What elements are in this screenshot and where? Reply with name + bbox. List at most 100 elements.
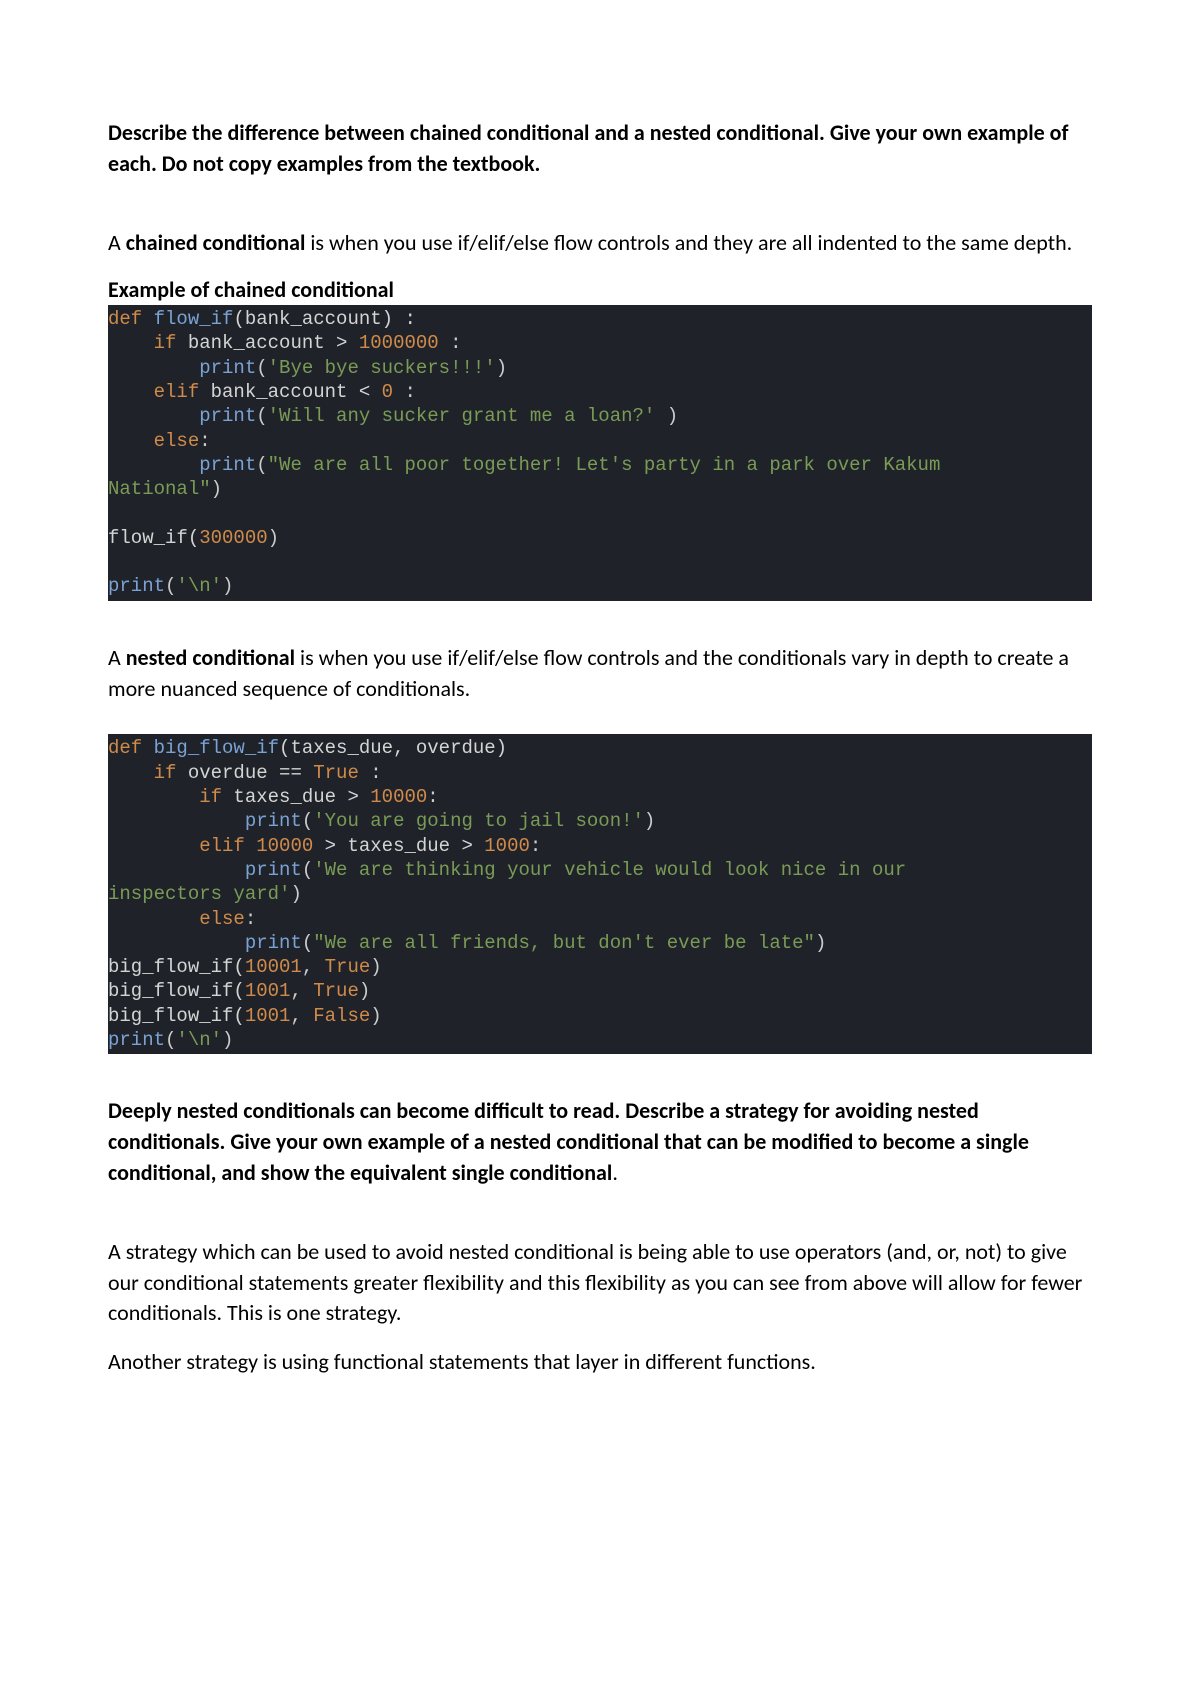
code-token: print xyxy=(108,405,256,427)
code-token: ) xyxy=(268,527,279,549)
code-token: , xyxy=(302,956,325,978)
code-token: 1000 xyxy=(484,835,530,857)
code-token: True xyxy=(313,980,359,1002)
code-token: ( xyxy=(256,454,267,476)
code-token: def xyxy=(108,737,142,759)
code-token: inspectors yard' xyxy=(108,883,290,905)
code-token: ) xyxy=(290,883,301,905)
code-token: ( xyxy=(256,405,267,427)
code-token: bank_account > xyxy=(176,332,358,354)
code-token: ) xyxy=(370,1005,381,1027)
code-token: big_flow_if( xyxy=(108,980,245,1002)
code-token: 10000 xyxy=(370,786,427,808)
code-token: 300000 xyxy=(199,527,267,549)
code-token: if xyxy=(108,332,176,354)
code-token: True xyxy=(325,956,371,978)
nested-definition: A nested conditional is when you use if/… xyxy=(108,643,1092,705)
chained-example-label: Example of chained conditional xyxy=(108,276,1092,305)
code-token: : xyxy=(245,908,256,930)
code-token: '\n' xyxy=(176,1029,222,1051)
code-block-nested: def big_flow_if(taxes_due, overdue) if o… xyxy=(108,734,1092,1054)
code-token: print xyxy=(108,357,256,379)
code-token: ) xyxy=(815,932,826,954)
code-token: taxes_due > xyxy=(222,786,370,808)
code-token: else xyxy=(108,430,199,452)
code-token: ) xyxy=(655,405,678,427)
code-token: , xyxy=(290,1005,313,1027)
code-token: ( xyxy=(256,357,267,379)
code-token: ) xyxy=(370,956,381,978)
code-token: (taxes_due, overdue) xyxy=(279,737,507,759)
code-token: print xyxy=(108,454,256,476)
code-token: elif xyxy=(108,835,245,857)
code-token: National" xyxy=(108,478,211,500)
prompt-question-2: Deeply nested conditionals can become di… xyxy=(108,1096,1092,1188)
code-token: if xyxy=(108,762,176,784)
code-token: 10001 xyxy=(245,956,302,978)
prompt2-tail: . xyxy=(612,1159,618,1186)
code-token: else xyxy=(108,908,245,930)
code-token: : xyxy=(393,381,416,403)
prompt2-text: Deeply nested conditionals can become di… xyxy=(108,1097,1029,1186)
code-token: big_flow_if( xyxy=(108,956,245,978)
code-token: 1001 xyxy=(245,980,291,1002)
code-token: 'Will any sucker grant me a loan?' xyxy=(268,405,656,427)
code-token: ) xyxy=(211,478,222,500)
code-token: ) xyxy=(359,980,370,1002)
code-token: ( xyxy=(302,810,313,832)
code-token: flow_if( xyxy=(108,527,199,549)
code-token: 'You are going to jail soon!' xyxy=(313,810,644,832)
code-token: ( xyxy=(165,1029,176,1051)
code-token: : xyxy=(359,762,382,784)
code-token: : xyxy=(199,430,210,452)
code-token: > taxes_due > xyxy=(313,835,484,857)
code-token: 10000 xyxy=(256,835,313,857)
code-token: print xyxy=(108,1029,165,1051)
code-block-chained: def flow_if(bank_account) : if bank_acco… xyxy=(108,305,1092,601)
code-token: ( xyxy=(302,859,313,881)
code-token: : xyxy=(439,332,462,354)
code-token: False xyxy=(313,1005,370,1027)
code-token: ) xyxy=(644,810,655,832)
code-token: print xyxy=(108,810,302,832)
code-token: 1000000 xyxy=(359,332,439,354)
chained-def-post: is when you use if/elif/else flow contro… xyxy=(305,229,1072,256)
code-token: print xyxy=(108,859,302,881)
chained-definition: A chained conditional is when you use if… xyxy=(108,228,1092,259)
code-token: , xyxy=(290,980,313,1002)
code-token: print xyxy=(108,575,165,597)
code-token: overdue == xyxy=(176,762,313,784)
code-token: big_flow_if( xyxy=(108,1005,245,1027)
strategy-paragraph-1: A strategy which can be used to avoid ne… xyxy=(108,1237,1092,1329)
nested-def-pre: A xyxy=(108,644,126,671)
code-token: ) xyxy=(222,1029,233,1051)
code-token: 'Bye bye suckers!!!' xyxy=(268,357,496,379)
code-token: '\n' xyxy=(176,575,222,597)
code-token: big_flow_if xyxy=(142,737,279,759)
chained-def-pre: A xyxy=(108,229,126,256)
nested-def-bold: nested conditional xyxy=(126,644,295,671)
code-token: bank_account < xyxy=(199,381,381,403)
strategy-paragraph-2: Another strategy is using functional sta… xyxy=(108,1347,1092,1378)
code-token: ( xyxy=(302,932,313,954)
code-token: ) xyxy=(496,357,507,379)
chained-def-bold: chained conditional xyxy=(126,229,306,256)
code-token: : xyxy=(427,786,438,808)
code-token: elif xyxy=(108,381,199,403)
code-token: "We are all poor together! Let's party i… xyxy=(268,454,952,476)
code-token: (bank_account) : xyxy=(233,308,415,330)
code-token: True xyxy=(313,762,359,784)
code-token: ( xyxy=(165,575,176,597)
code-token: def xyxy=(108,308,142,330)
code-token: 'We are thinking your vehicle would look… xyxy=(313,859,917,881)
code-token: 0 xyxy=(382,381,393,403)
code-token: ) xyxy=(222,575,233,597)
code-token: if xyxy=(108,786,222,808)
code-token: print xyxy=(108,932,302,954)
code-token: : xyxy=(530,835,541,857)
code-token: flow_if xyxy=(142,308,233,330)
code-token: "We are all friends, but don't ever be l… xyxy=(313,932,815,954)
code-token: 1001 xyxy=(245,1005,291,1027)
code-token xyxy=(245,835,256,857)
prompt-question-1: Describe the difference between chained … xyxy=(108,118,1092,180)
